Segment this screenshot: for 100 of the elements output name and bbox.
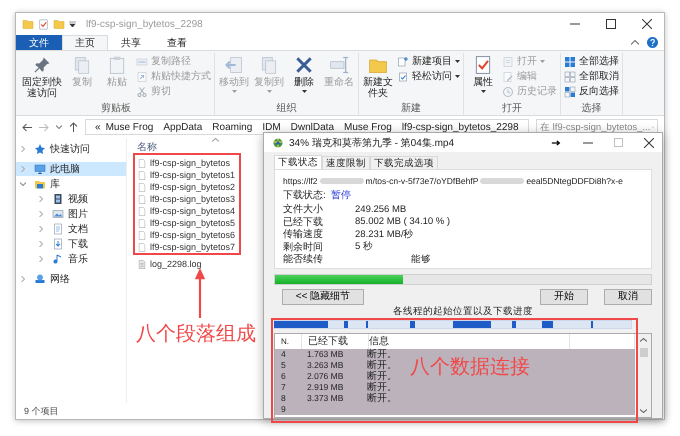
nav-item[interactable]: 视频 <box>16 192 126 206</box>
chevron-right-icon[interactable] <box>38 226 44 232</box>
chevron-right-icon[interactable] <box>20 276 26 282</box>
info-value: 能够 <box>411 252 431 266</box>
info-label: 能否续传 <box>283 252 324 266</box>
download-icon <box>52 238 64 250</box>
status-value: 暂停 <box>331 188 351 202</box>
breadcrumb[interactable]: DwnlData <box>290 122 334 132</box>
annotation-text: 八个段落组成 <box>136 322 256 346</box>
window-title: lf9-csp-sign_bytetos_2298 <box>86 18 203 30</box>
ribbon-button[interactable]: 属性 <box>467 53 499 103</box>
select-none-icon <box>564 70 576 82</box>
file-item[interactable]: lf9-csp-sign_bytetos4 <box>137 205 277 217</box>
ribbon-button[interactable]: 删除 <box>288 53 320 103</box>
chevron-right-icon[interactable] <box>20 146 26 152</box>
download-globe-icon <box>272 136 284 148</box>
chevron-up-icon[interactable] <box>640 338 647 342</box>
cancel-button[interactable]: 取消 <box>604 289 652 305</box>
file-icon <box>137 242 147 252</box>
file-item[interactable]: lf9-csp-sign_bytetos3 <box>137 193 277 205</box>
ribbon-button[interactable]: 新建项目 <box>397 55 460 68</box>
ribbon-button[interactable]: 反向选择 <box>564 85 619 98</box>
file-item[interactable]: log_2298.log <box>137 258 277 270</box>
dialog-tab[interactable]: 下载完成选项 <box>370 156 438 169</box>
maximize-icon[interactable] <box>606 19 616 29</box>
file-item[interactable]: lf9-csp-sign_bytetos2 <box>137 181 277 193</box>
table-row[interactable]: 7 2.919 MB 断开。 <box>275 382 635 393</box>
star-icon <box>34 143 46 155</box>
ribbon-tab[interactable]: 共享 <box>108 35 154 50</box>
dialog-tab[interactable]: 下载状态 <box>274 155 322 169</box>
status-label: 下载状态: <box>283 188 327 202</box>
back-arrow-icon[interactable] <box>22 122 32 132</box>
breadcrumb[interactable]: Muse Frog <box>106 122 154 132</box>
chevron-down-icon[interactable] <box>56 125 62 129</box>
chevron-right-icon[interactable] <box>38 211 44 217</box>
file-item[interactable]: lf9-csp-sign_bytetos6 <box>137 229 277 241</box>
caret-icon[interactable] <box>69 21 76 27</box>
nav-item[interactable]: 文档 <box>16 222 126 236</box>
file-icon <box>137 170 147 180</box>
breadcrumb[interactable]: Muse Frog <box>344 122 392 132</box>
breadcrumb[interactable]: Roaming <box>212 122 252 132</box>
dialog-tab[interactable]: 速度限制 <box>322 156 370 169</box>
chevron-up-icon[interactable] <box>631 40 639 45</box>
table-row[interactable]: 8 3.373 MB 断开。 <box>275 393 635 404</box>
caret-icon <box>480 90 486 93</box>
move-icon <box>224 55 244 75</box>
redacted-block <box>320 178 364 184</box>
edit-icon <box>502 70 514 82</box>
file-item[interactable]: lf9-csp-sign_bytetos5 <box>137 217 277 229</box>
nav-item[interactable]: 快速访问 <box>16 142 126 156</box>
ribbon-tab[interactable]: 主页 <box>62 35 108 50</box>
ribbon-button[interactable]: 轻松访问 <box>397 70 460 83</box>
ribbon-button[interactable]: 全部选择 <box>564 55 619 68</box>
history-icon <box>502 86 514 98</box>
ribbon-tab[interactable]: 文件 <box>16 35 62 50</box>
close-icon[interactable] <box>644 138 654 148</box>
table-row[interactable]: 9 <box>275 404 635 415</box>
nav-item[interactable]: 此电脑 <box>16 162 126 176</box>
caret-icon <box>302 90 306 93</box>
nav-item[interactable]: 下载 <box>16 237 126 251</box>
hide-details-button[interactable]: << 隐藏细节 <box>282 289 364 305</box>
ribbon-tab[interactable]: 查看 <box>154 35 200 50</box>
file-icon <box>137 182 147 192</box>
breadcrumb[interactable]: « <box>95 122 101 132</box>
nav-item[interactable]: 图片 <box>16 207 126 221</box>
ribbon-button[interactable]: 固定到快速访问 <box>21 53 63 103</box>
breadcrumb[interactable]: AppData <box>163 122 202 132</box>
info-label: 传输速度 <box>283 228 324 242</box>
chevron-right-icon[interactable] <box>38 196 44 202</box>
redacted-block <box>480 178 524 184</box>
info-value: 85.002 MB ( 34.10 % ) <box>355 216 450 228</box>
help-icon[interactable] <box>647 37 658 48</box>
column-header[interactable]: 名称 <box>137 140 157 154</box>
nav-item[interactable]: 音乐 <box>16 252 126 266</box>
up-arrow-icon[interactable] <box>69 122 78 132</box>
scissors-icon <box>136 86 148 98</box>
nav-item[interactable]: 库 <box>16 177 126 191</box>
close-icon[interactable] <box>642 19 652 29</box>
ribbon-button[interactable]: 全部取消 <box>564 70 619 83</box>
chevron-up-icon <box>212 138 219 142</box>
scroll-thumb[interactable] <box>640 348 648 357</box>
file-item[interactable]: lf9-csp-sign_bytetos <box>137 157 277 169</box>
log-file-icon <box>137 258 147 270</box>
breadcrumb[interactable]: IDM <box>262 122 281 132</box>
start-button[interactable]: 开始 <box>540 289 588 305</box>
chevron-right-icon[interactable] <box>38 256 44 262</box>
delete-icon <box>294 55 314 75</box>
maximize-icon <box>614 138 623 147</box>
nav-item[interactable]: 网络 <box>16 272 126 286</box>
breadcrumb[interactable]: lf9-csp-sign_bytetos_2298 <box>402 122 519 132</box>
chevron-down-icon[interactable] <box>20 181 26 187</box>
document-icon <box>52 223 64 235</box>
chevron-down-icon[interactable] <box>640 409 647 413</box>
arrow-right-icon <box>550 138 562 148</box>
chevron-right-icon[interactable] <box>38 241 44 247</box>
file-item[interactable]: lf9-csp-sign_bytetos7 <box>137 241 277 253</box>
file-item[interactable]: lf9-csp-sign_bytetos1 <box>137 169 277 181</box>
file-icon <box>137 230 147 240</box>
monitor-icon <box>34 163 46 175</box>
ribbon-button[interactable]: 新建文件夹 <box>362 53 394 103</box>
